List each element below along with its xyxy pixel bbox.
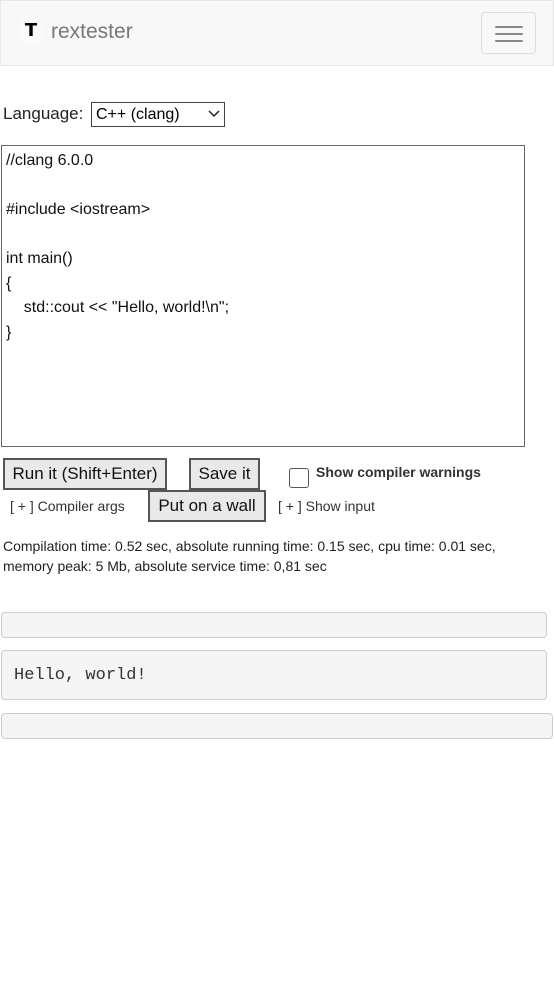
result-output: Hello, world!	[1, 650, 547, 700]
brand-name[interactable]: rextester	[51, 20, 133, 44]
save-button[interactable]: Save it	[189, 458, 260, 490]
hamburger-menu-icon[interactable]	[481, 12, 536, 54]
execution-stats: Compilation time: 0.52 sec, absolute run…	[3, 538, 496, 574]
brand-logo[interactable]: T	[20, 18, 42, 44]
show-input-toggle[interactable]: [ + ] Show input	[278, 498, 375, 514]
navbar: T rextester	[0, 0, 554, 66]
language-selected-value: C++ (clang)	[96, 106, 180, 123]
compiler-args-toggle[interactable]: [ + ] Compiler args	[10, 498, 125, 514]
run-button[interactable]: Run it (Shift+Enter)	[3, 458, 167, 490]
warnings-output	[1, 612, 547, 638]
chevron-down-icon	[208, 110, 220, 118]
language-select[interactable]: C++ (clang)	[91, 102, 225, 127]
show-warnings-checkbox[interactable]	[289, 468, 309, 488]
code-editor[interactable]: //clang 6.0.0 #include <iostream> int ma…	[1, 145, 525, 447]
show-warnings-label[interactable]: Show compiler warnings	[316, 464, 481, 480]
errors-output	[1, 713, 553, 739]
language-label: Language:	[3, 104, 84, 123]
put-on-wall-button[interactable]: Put on a wall	[148, 490, 266, 522]
